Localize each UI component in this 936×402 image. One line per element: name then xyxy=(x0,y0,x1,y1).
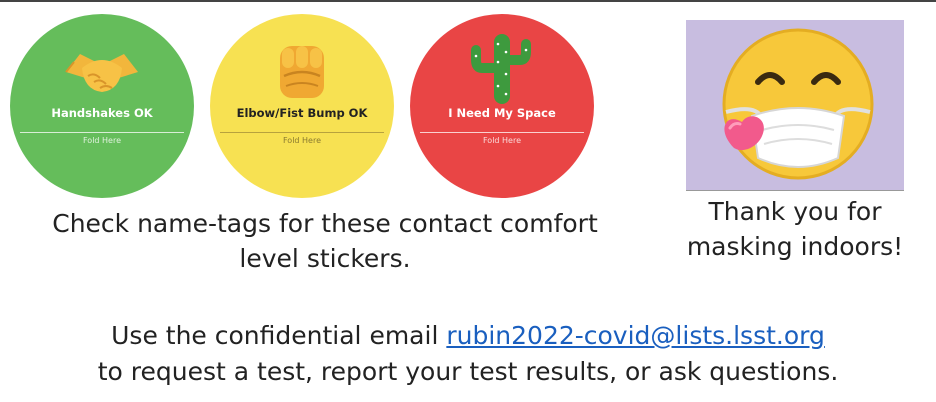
masked-face-panel xyxy=(686,20,904,191)
footer-line2: to request a test, report your test resu… xyxy=(97,357,839,386)
fist-bump-icon xyxy=(280,46,324,98)
face-with-mask-heart-icon xyxy=(722,28,874,180)
cactus-icon xyxy=(471,34,531,104)
masking-caption: Thank you for masking indoors! xyxy=(686,197,904,261)
need-space-sticker: I Need My Space Fold Here xyxy=(410,14,594,198)
handshakes-ok-sticker: Handshakes OK Fold Here xyxy=(10,14,194,198)
fist-bump-sticker: Elbow/Fist Bump OK Fold Here xyxy=(210,14,394,198)
top-divider xyxy=(0,0,936,2)
fold-here-text: Fold Here xyxy=(82,136,122,145)
fold-here-text: Fold Here xyxy=(482,136,522,145)
sticker-label: Handshakes OK xyxy=(51,106,153,120)
fold-here-text: Fold Here xyxy=(282,136,322,145)
fold-line xyxy=(420,132,584,133)
sticker-label: Elbow/Fist Bump OK xyxy=(236,106,368,120)
sticker-label: I Need My Space xyxy=(448,106,556,120)
footer-message: Use the confidential email rubin2022-cov… xyxy=(0,318,936,390)
fold-line xyxy=(20,132,184,133)
footer-prefix: Use the confidential email xyxy=(111,321,447,350)
stickers-caption: Check name-tags for these contact comfor… xyxy=(52,209,598,273)
email-link[interactable]: rubin2022-covid@lists.lsst.org xyxy=(446,321,825,350)
fold-line xyxy=(220,132,384,133)
handshake-icon xyxy=(65,54,138,92)
